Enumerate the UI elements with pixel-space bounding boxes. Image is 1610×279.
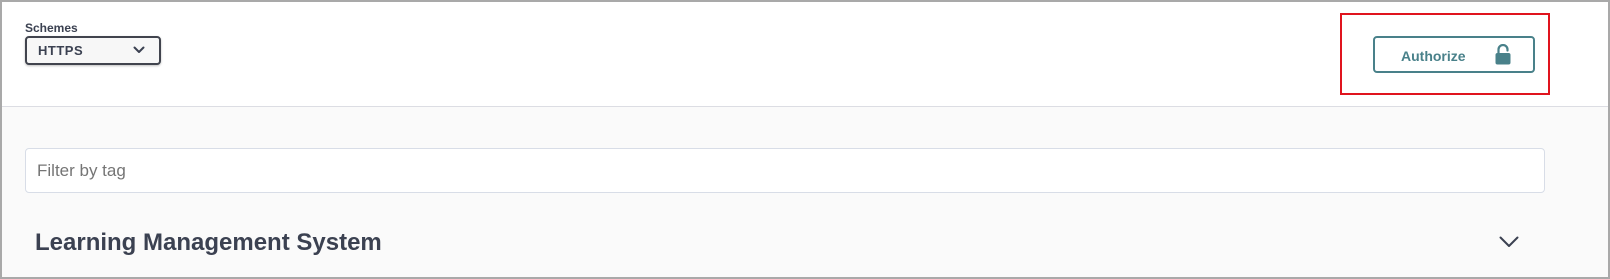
- chevron-down-icon[interactable]: [1499, 236, 1519, 248]
- authorize-button-label: Authorize: [1401, 48, 1466, 64]
- authorize-button[interactable]: Authorize: [1373, 36, 1535, 73]
- filter-by-tag-input[interactable]: [25, 148, 1545, 193]
- schemes-label: Schemes: [25, 21, 78, 35]
- tag-section-header[interactable]: Learning Management System: [25, 219, 1545, 269]
- tag-section-title: Learning Management System: [35, 229, 382, 256]
- scheme-container: Schemes HTTPS Authorize: [2, 2, 1608, 107]
- unlocked-lock-icon: [1495, 44, 1511, 65]
- chevron-down-icon: [133, 46, 145, 53]
- schemes-select[interactable]: HTTPS: [25, 36, 161, 65]
- swagger-ui-frame: Schemes HTTPS Authorize Learning Managem…: [0, 0, 1610, 279]
- schemes-selected-value: HTTPS: [38, 43, 84, 58]
- operations-content: Learning Management System: [2, 107, 1608, 277]
